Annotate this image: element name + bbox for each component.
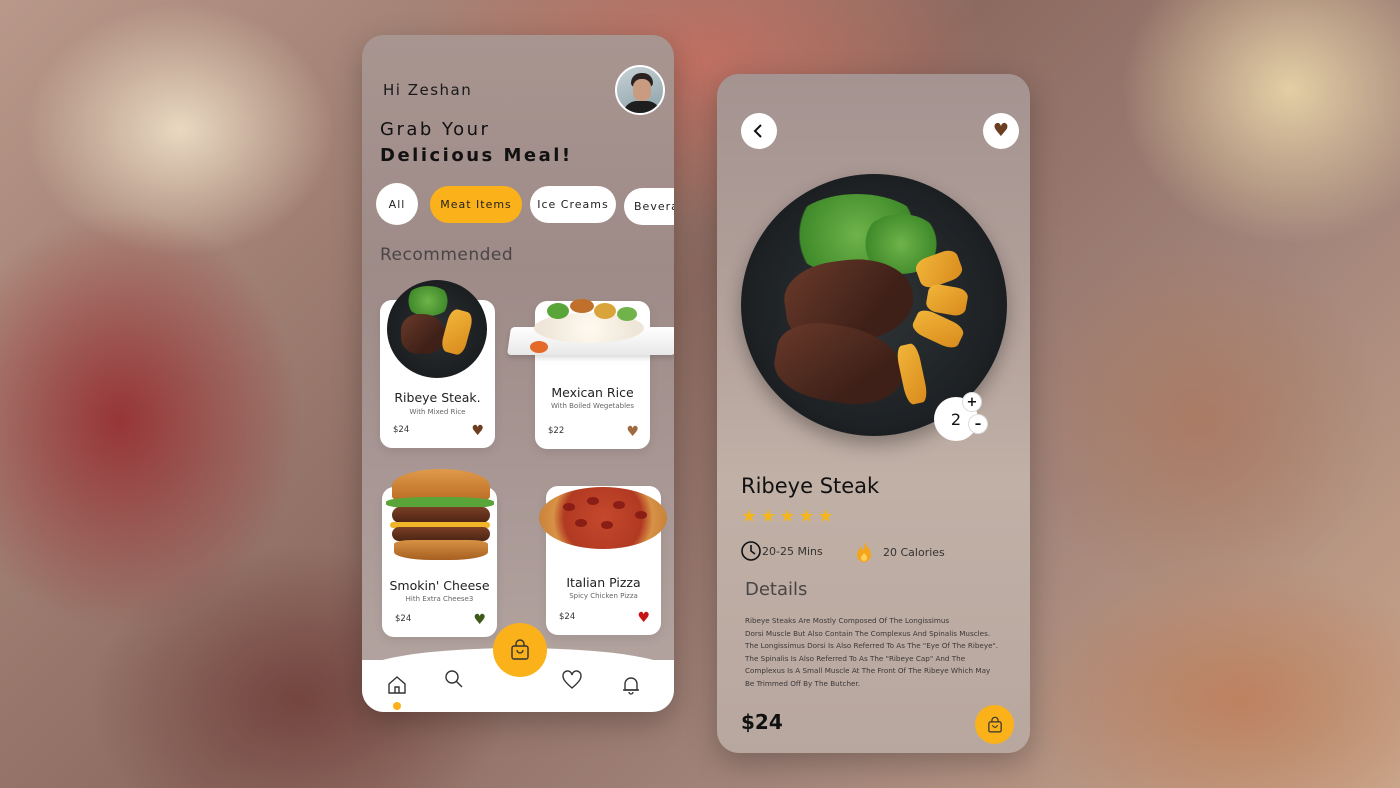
avatar-face	[633, 79, 651, 101]
quantity-value: 2	[950, 409, 962, 429]
pepperoni-graphic	[601, 521, 613, 529]
product-subtitle: With Mixed Rice	[409, 408, 466, 416]
calories: 20 Calories	[853, 540, 945, 564]
prep-time: 20-25 Mins	[740, 540, 823, 562]
bag-icon	[511, 639, 529, 660]
bag-icon	[987, 716, 1002, 733]
fries-graphic	[895, 342, 929, 406]
product-subtitle: Spicy Chicken Pizza	[569, 592, 638, 600]
clock-icon	[741, 541, 761, 561]
product-price: $24	[393, 425, 410, 435]
greens-graphic	[405, 286, 451, 316]
cart-button[interactable]	[493, 623, 547, 677]
fries-graphic	[439, 307, 475, 357]
headline-line1: Grab Your	[380, 119, 491, 140]
price: $24	[741, 710, 783, 734]
product-name: Mexican Rice	[551, 385, 634, 400]
chip-beverages[interactable]: Beverages	[624, 188, 674, 225]
product-name: Ribeye Steak.	[394, 390, 481, 405]
favorite-heart-icon[interactable]: ♥	[473, 613, 486, 627]
greeting: Hi Zeshan	[383, 81, 473, 99]
dish-title: Ribeye Steak	[741, 474, 880, 498]
bell-icon[interactable]	[618, 672, 644, 698]
section-title: Recommended	[380, 245, 514, 265]
bottom-nav	[362, 623, 674, 712]
flame-icon	[857, 542, 871, 562]
home-icon[interactable]	[384, 672, 410, 698]
description-line: The Spinalis Is Also Referred To As The …	[745, 653, 966, 663]
page-title: Grab Your Delicious Meal!	[380, 117, 573, 169]
veg-graphic	[594, 303, 616, 319]
home-screen: Hi Zeshan Grab Your Delicious Meal! All …	[362, 35, 674, 712]
veg-graphic	[617, 307, 637, 321]
bun-bottom-graphic	[394, 540, 488, 560]
heart-icon: ♥	[992, 120, 1010, 141]
veg-graphic	[547, 303, 569, 319]
headline-line2: Delicious Meal!	[380, 145, 573, 166]
active-indicator	[393, 702, 401, 710]
carrot-graphic	[530, 341, 548, 353]
heart-icon[interactable]	[559, 667, 585, 693]
prep-time-text: 20-25 Mins	[762, 544, 823, 558]
description-line: Be Trimmed Off By The Butcher.	[745, 678, 861, 688]
veg-graphic	[570, 299, 594, 313]
pizza-dish-image	[539, 487, 667, 549]
add-to-cart-button[interactable]	[975, 705, 1014, 744]
ribeye-dish-image	[387, 280, 487, 378]
calories-text: 20 Calories	[883, 545, 945, 559]
category-chips: All Meat Items Ice Creams Beverages	[376, 183, 674, 225]
rating-stars: ★★★★★	[741, 506, 837, 527]
product-name: Italian Pizza	[566, 575, 641, 590]
chip-ice-creams[interactable]: Ice Creams	[530, 186, 616, 223]
pepperoni-graphic	[587, 497, 599, 505]
pepperoni-graphic	[563, 503, 575, 511]
description-line: Dorsi Muscle But Also Contain The Comple…	[745, 628, 991, 638]
quantity-decrease-button[interactable]: –	[968, 414, 988, 434]
patty-graphic	[392, 527, 490, 541]
back-button[interactable]	[741, 113, 777, 149]
pepperoni-graphic	[635, 511, 647, 519]
product-price: $22	[548, 426, 565, 436]
description-line: The Longissimus Dorsi Is Also Referred T…	[745, 641, 999, 650]
product-subtitle: With Boiled Wegetables	[550, 402, 634, 410]
chip-all[interactable]: All	[376, 183, 418, 225]
product-name: Smokin' Cheese	[389, 578, 490, 593]
pepperoni-graphic	[613, 501, 625, 509]
quantity-increase-button[interactable]: +	[962, 392, 982, 412]
favorite-heart-icon[interactable]: ♥	[626, 425, 639, 439]
favorite-button[interactable]: ♥	[983, 113, 1019, 149]
description-line: Complexus Is A Small Muscle At The Front…	[745, 666, 991, 675]
favorite-heart-icon[interactable]: ♥	[471, 424, 484, 438]
pepperoni-graphic	[575, 519, 587, 527]
patty-graphic	[392, 507, 490, 523]
favorite-heart-icon[interactable]: ♥	[637, 611, 650, 625]
description-line: Ribeye Steaks Are Mostly Composed Of The…	[745, 616, 950, 625]
avatar-body	[623, 101, 661, 113]
avatar[interactable]	[615, 65, 665, 115]
chevron-left-icon	[753, 124, 762, 138]
search-icon[interactable]	[441, 666, 467, 692]
description: Ribeye Steaks Are Mostly Composed Of The…	[745, 615, 1025, 690]
details-heading: Details	[745, 579, 808, 600]
steak-graphic	[401, 314, 445, 354]
chip-meat-items[interactable]: Meat Items	[430, 186, 522, 223]
product-price: $24	[395, 614, 412, 624]
detail-screen: ♥ 2 + – Ribeye Steak ★★★★★ 20-25 Mins 20…	[717, 74, 1030, 753]
product-price: $24	[559, 612, 576, 622]
product-subtitle: Hith Extra Cheese3	[405, 595, 474, 603]
